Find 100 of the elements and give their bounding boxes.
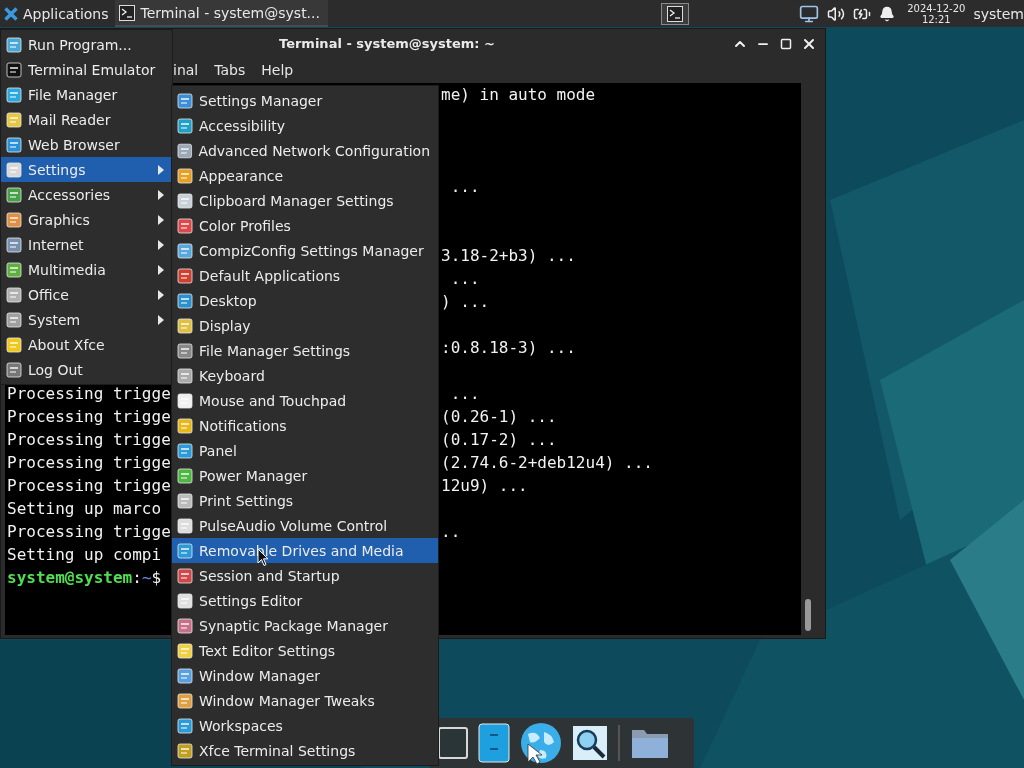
menu-item[interactable]: Removable Drives and Media	[172, 538, 438, 563]
menu-item[interactable]: Graphics	[1, 207, 172, 232]
menu-item[interactable]: File Manager Settings	[172, 338, 438, 363]
menu-item[interactable]: Panel	[172, 438, 438, 463]
user-name[interactable]: system	[973, 5, 1024, 22]
menu-item[interactable]: About Xfce	[1, 332, 172, 357]
menu-item[interactable]: Run Program...	[1, 32, 172, 57]
app-icon	[177, 492, 193, 509]
menu-item[interactable]: PulseAudio Volume Control	[172, 513, 438, 538]
terminal-line: 3.18-2+b3) ...	[441, 245, 576, 267]
menu-item[interactable]: System	[1, 307, 172, 332]
app-icon	[177, 242, 193, 259]
terminal-line: Processing trigge	[7, 452, 172, 474]
menu-item[interactable]: Keyboard	[172, 363, 438, 388]
menu-item[interactable]: Color Profiles	[172, 213, 438, 238]
menu-item[interactable]: Display	[172, 313, 438, 338]
menu-item[interactable]: Window Manager	[172, 663, 438, 688]
menu-item[interactable]: Accessories	[1, 182, 172, 207]
menu-item[interactable]: Web Browser	[1, 132, 172, 157]
terminal-line: me) in auto mode	[441, 84, 596, 106]
menu-item[interactable]: File Manager	[1, 82, 172, 107]
menu-item[interactable]: Settings Manager	[172, 88, 438, 113]
menu-item[interactable]: Session and Startup	[172, 563, 438, 588]
terminal-line: Processing trigge	[7, 406, 172, 428]
menu-item[interactable]: Clipboard Manager Settings	[172, 188, 438, 213]
menu-item[interactable]: Advanced Network Configuration	[172, 138, 438, 163]
app-icon	[177, 467, 193, 484]
magnifier-icon[interactable]	[572, 725, 608, 761]
app-icon	[6, 136, 22, 153]
terminal-prompt: system@system:~$	[7, 567, 162, 589]
menu-item[interactable]: Multimedia	[1, 257, 172, 282]
terminal-line: :0.8.18-3) ...	[441, 337, 576, 359]
terminal-line: Setting up compi	[7, 544, 163, 566]
app-icon	[177, 617, 193, 634]
app-icon	[177, 692, 193, 709]
menu-item[interactable]: Default Applications	[172, 263, 438, 288]
terminal-line: Processing trigge	[7, 475, 172, 497]
menu-item[interactable]: Power Manager	[172, 463, 438, 488]
app-icon	[177, 117, 193, 134]
menu-item[interactable]: Accessibility	[172, 113, 438, 138]
app-icon	[177, 367, 193, 384]
menu-item[interactable]: Office	[1, 282, 172, 307]
menu-item[interactable]: Xfce Terminal Settings	[172, 738, 438, 763]
app-icon	[177, 592, 193, 609]
bell-icon[interactable]	[879, 5, 896, 22]
app-icon	[177, 92, 193, 109]
menu-item[interactable]: Print Settings	[172, 488, 438, 513]
scrollbar-thumb[interactable]	[805, 599, 811, 631]
app-icon	[177, 342, 193, 359]
app-icon	[177, 567, 193, 584]
terminal-line: (2.74.6-2+deb12u4) ...	[441, 452, 653, 474]
terminal-line: ...	[449, 176, 480, 198]
menu-item[interactable]: Settings	[1, 157, 172, 182]
file-cabinet-icon[interactable]	[478, 723, 510, 763]
menu-item[interactable]: Notifications	[172, 413, 438, 438]
app-icon	[177, 717, 193, 734]
app-icon	[177, 267, 193, 284]
menu-item[interactable]: Synaptic Package Manager	[172, 613, 438, 638]
menu-item[interactable]: Settings Editor	[172, 588, 438, 613]
menu-item[interactable]: Window Manager Tweaks	[172, 688, 438, 713]
applications-menu-button[interactable]: Applications	[0, 0, 115, 27]
globe-icon[interactable]	[520, 722, 562, 764]
menu-item[interactable]: Help	[261, 62, 294, 78]
app-icon	[177, 317, 193, 334]
clock[interactable]: 2024-12-20 12:21	[907, 2, 966, 25]
menu-item[interactable]: Workspaces	[172, 713, 438, 738]
app-icon	[177, 392, 193, 409]
terminal-line: ...	[449, 383, 480, 405]
app-icon	[6, 311, 22, 328]
terminal-line: ) ...	[441, 291, 490, 313]
menu-item[interactable]: Mail Reader	[1, 107, 172, 132]
menu-item[interactable]: Tabs	[214, 62, 246, 78]
app-icon	[177, 217, 193, 234]
volume-icon[interactable]	[827, 4, 846, 23]
app-icon	[6, 211, 22, 228]
menu-item[interactable]: CompizConfig Settings Manager	[172, 238, 438, 263]
app-icon	[6, 361, 22, 378]
terminal-line: (0.26-1) ...	[441, 406, 557, 428]
app-icon	[6, 236, 22, 253]
menu-item[interactable]: Appearance	[172, 163, 438, 188]
menu-item[interactable]: Internet	[1, 232, 172, 257]
taskbar-button[interactable]: Terminal - system@syst...	[114, 0, 328, 27]
menu-item[interactable]: Mouse and Touchpad	[172, 388, 438, 413]
menu-item[interactable]: Log Out	[1, 357, 172, 382]
terminal-line: ...	[449, 268, 480, 290]
menu-item[interactable]: Terminal Emulator	[1, 57, 172, 82]
clock-time: 12:21	[921, 13, 951, 25]
network-icon[interactable]	[799, 3, 820, 24]
menu-item[interactable]: Desktop	[172, 288, 438, 313]
app-icon	[177, 542, 193, 559]
app-icon	[177, 192, 193, 209]
workspace-switcher[interactable]	[661, 2, 690, 25]
terminal-line: Processing trigge	[7, 429, 172, 451]
menu-item[interactable]: inal	[173, 62, 199, 78]
window-icon[interactable]	[438, 726, 468, 760]
maximize-icon[interactable]	[780, 37, 792, 50]
app-icon	[6, 86, 22, 103]
menu-item[interactable]: Text Editor Settings	[172, 638, 438, 663]
terminal-line: 12u9) ...	[441, 475, 528, 497]
terminal-icon	[118, 4, 135, 21]
